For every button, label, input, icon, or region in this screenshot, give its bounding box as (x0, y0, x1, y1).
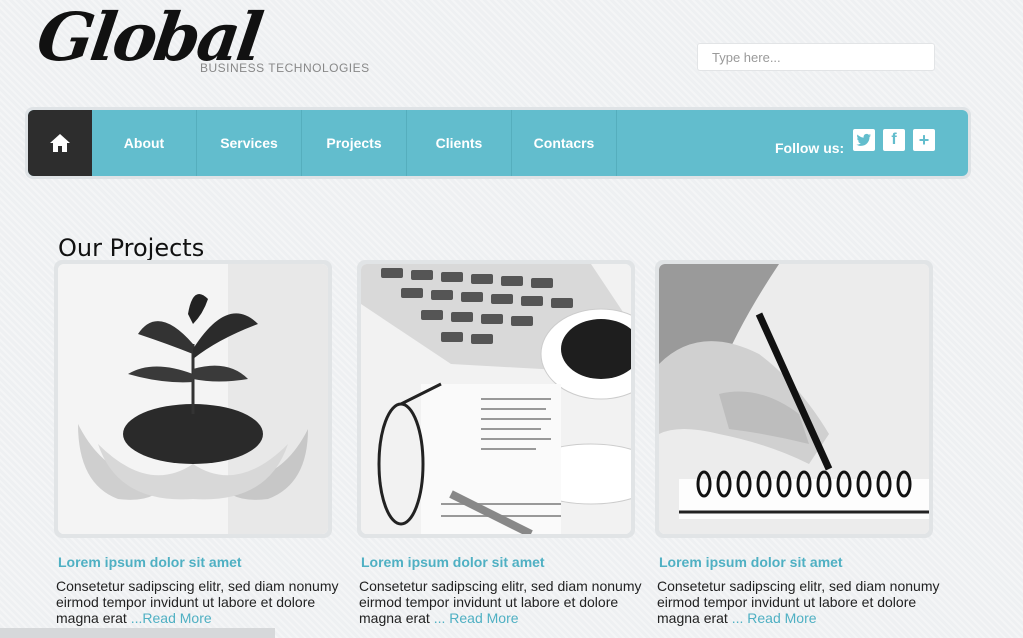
card-title[interactable]: Lorem ipsum dolor sit amet (361, 554, 657, 570)
nav-bar: About Services Projects Clients Contacrs… (28, 110, 968, 176)
main-nav: About Services Projects Clients Contacrs… (25, 107, 971, 179)
home-icon (50, 134, 70, 152)
tagline: BUSINESS TECHNOLOGIES (200, 61, 370, 75)
plus-button[interactable]: + (913, 129, 935, 151)
plant-in-hands-photo[interactable] (58, 264, 328, 534)
image-frame (655, 260, 933, 538)
nav-item-about[interactable]: About (92, 110, 197, 176)
home-button[interactable] (28, 110, 92, 176)
project-card: Lorem ipsum dolor sit amet Consetetur sa… (357, 260, 657, 626)
image-frame (357, 260, 635, 538)
hand-writing-notebook-photo[interactable] (659, 264, 929, 534)
nav-item-projects[interactable]: Projects (302, 110, 407, 176)
read-more-link[interactable]: ... Read More (434, 610, 519, 626)
horizontal-scrollbar[interactable] (0, 628, 275, 638)
plus-icon: + (918, 129, 930, 150)
twitter-button[interactable] (853, 129, 875, 151)
nav-item-services[interactable]: Services (197, 110, 302, 176)
card-text: Consetetur sadipscing elitr, sed diam no… (56, 578, 346, 626)
card-title[interactable]: Lorem ipsum dolor sit amet (58, 554, 354, 570)
facebook-button[interactable]: f (883, 129, 905, 151)
read-more-link[interactable]: ... Read More (732, 610, 817, 626)
card-title[interactable]: Lorem ipsum dolor sit amet (659, 554, 955, 570)
image-frame (54, 260, 332, 538)
project-card: Lorem ipsum dolor sit amet Consetetur sa… (54, 260, 354, 626)
card-text: Consetetur sadipscing elitr, sed diam no… (657, 578, 947, 626)
nav-item-contacts[interactable]: Contacrs (512, 110, 617, 176)
twitter-icon (856, 133, 871, 146)
read-more-link[interactable]: ...Read More (131, 610, 212, 626)
card-text: Consetetur sadipscing elitr, sed diam no… (359, 578, 649, 626)
search-input[interactable] (697, 43, 935, 71)
section-title: Our Projects (58, 233, 205, 262)
facebook-icon: f (891, 131, 897, 148)
calculator-coffee-glasses-photo[interactable] (361, 264, 631, 534)
follow-us-label: Follow us: (775, 140, 845, 156)
nav-item-clients[interactable]: Clients (407, 110, 512, 176)
project-card: Lorem ipsum dolor sit amet Consetetur sa… (655, 260, 955, 626)
